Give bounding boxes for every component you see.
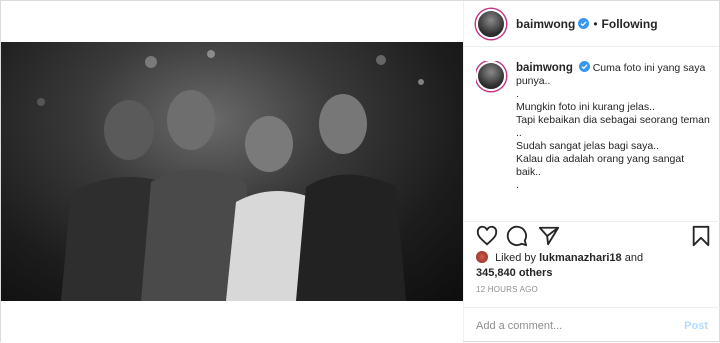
comment-icon[interactable] bbox=[506, 225, 528, 247]
caption-line: Tapi kebaikan dia sebagai seorang teman … bbox=[516, 114, 710, 139]
likes-summary: Liked by lukmanazhari18 and 345,840 othe… bbox=[476, 251, 712, 281]
caption-fade bbox=[476, 197, 712, 211]
photo-illustration bbox=[37, 50, 424, 301]
verified-badge-icon bbox=[578, 61, 590, 72]
avatar[interactable] bbox=[476, 8, 506, 39]
post-timestamp[interactable]: 12 HOURS AGO bbox=[476, 285, 538, 294]
caption-avatar[interactable] bbox=[476, 61, 506, 91]
caption-body: baimwong Cuma foto ini yang saya punya..… bbox=[516, 61, 712, 211]
post-side-panel: baimwong • Following baimwong Cuma foto … bbox=[463, 1, 720, 343]
comment-input[interactable] bbox=[476, 319, 685, 332]
share-icon[interactable] bbox=[538, 225, 560, 247]
heart-icon[interactable] bbox=[476, 225, 498, 247]
likes-count[interactable]: 345,840 others bbox=[476, 267, 552, 279]
header-username[interactable]: baimwong bbox=[516, 17, 575, 31]
caption-line: . bbox=[516, 88, 519, 100]
verified-badge-icon bbox=[578, 18, 590, 29]
liker-username[interactable]: lukmanazhari18 bbox=[539, 252, 622, 264]
caption-line: . bbox=[516, 179, 519, 191]
caption-line: Mungkin foto ini kurang jelas.. bbox=[516, 101, 655, 113]
action-bar bbox=[464, 221, 720, 255]
header-separator: • bbox=[593, 16, 598, 31]
liker-avatar bbox=[476, 251, 488, 263]
post-button[interactable]: Post bbox=[684, 320, 708, 332]
bookmark-icon[interactable] bbox=[690, 225, 712, 247]
following-button[interactable]: Following bbox=[602, 17, 658, 31]
caption-line: Sudah sangat jelas bagi saya.. bbox=[516, 140, 660, 152]
instagram-post: baimwong • Following baimwong Cuma foto … bbox=[0, 0, 720, 343]
comment-bar: Post bbox=[464, 307, 720, 343]
caption: baimwong Cuma foto ini yang saya punya..… bbox=[476, 61, 712, 211]
caption-username[interactable]: baimwong bbox=[516, 62, 573, 74]
likes-and: and bbox=[624, 252, 644, 264]
post-header: baimwong • Following bbox=[464, 1, 719, 47]
post-photo[interactable] bbox=[1, 42, 463, 301]
likes-prefix: Liked by bbox=[495, 252, 537, 264]
post-media bbox=[1, 1, 463, 343]
caption-line: Kalau dia adalah orang yang sangat baik.… bbox=[516, 153, 685, 178]
